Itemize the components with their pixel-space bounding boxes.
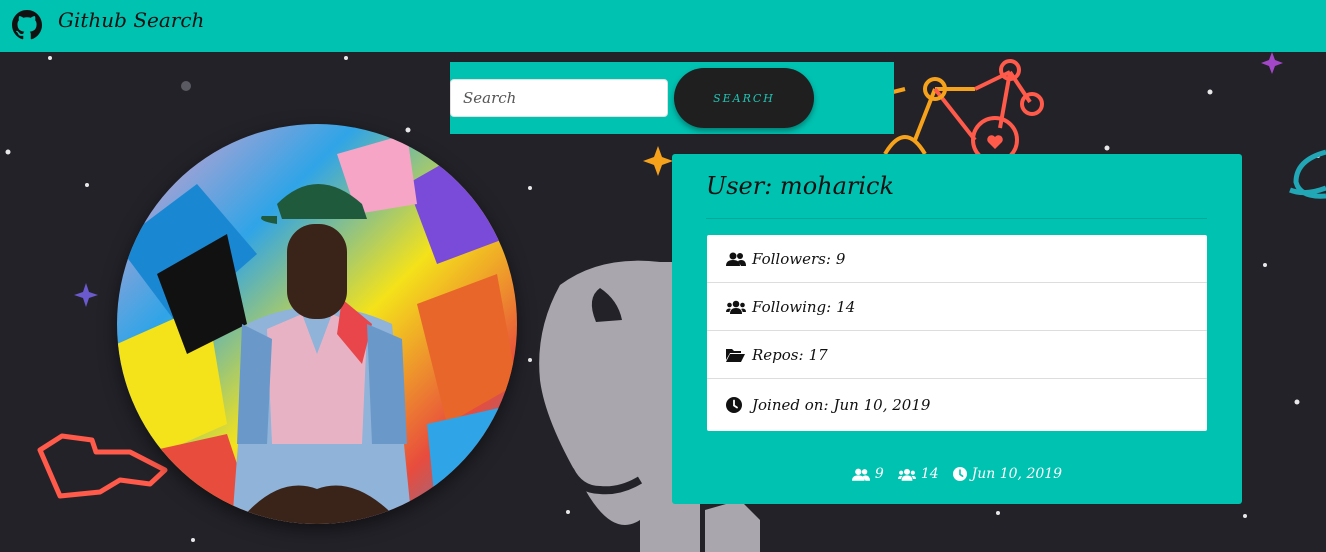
followers-value: 9 [835,249,846,268]
search-input[interactable] [450,79,668,117]
users-icon [851,468,870,481]
following-label: Following: [752,297,832,316]
profile-details-list: Followers: 9 Following: 14 Repos: 17 Joi… [707,235,1207,431]
user-group-icon [726,299,748,315]
user-group-icon [897,468,916,481]
list-item-followers: Followers: 9 [707,235,1207,283]
list-item-repos: Repos: 17 [707,331,1207,379]
network-decoration [883,59,1044,164]
profile-title: User: moharick [706,172,895,200]
following-value: 14 [836,297,856,316]
stat-following: 14 [897,466,939,482]
stats-row: 9 14 Jun 10, 2019 [672,466,1242,482]
search-button[interactable]: SEARCH [674,68,814,128]
joined-label: Joined on: [752,396,829,414]
joined-value: Jun 10, 2019 [833,396,931,414]
list-item-following: Following: 14 [707,283,1207,331]
navbar: Github Search [0,0,1326,52]
hat-decoration [37,433,168,499]
repos-value: 17 [808,345,828,364]
user-avatar [117,124,517,524]
repos-label: Repos: [752,345,804,364]
stat-followers-value: 9 [874,466,884,482]
divider [706,218,1207,219]
stat-joined: Jun 10, 2019 [952,466,1063,482]
github-logo-icon[interactable] [12,10,42,40]
stat-joined-value: Jun 10, 2019 [971,466,1063,482]
users-icon [726,251,748,267]
stat-following-value: 14 [920,466,939,482]
sparkle-decoration [74,283,98,307]
clock-icon [952,467,967,481]
list-item-joined: Joined on: Jun 10, 2019 [707,379,1207,431]
clock-icon [726,397,748,413]
followers-label: Followers: [752,249,831,268]
planet-decoration [1289,149,1326,199]
brand-title[interactable]: Github Search [58,8,204,32]
profile-card: User: moharick Followers: 9 Following: 1… [672,154,1242,504]
stat-followers: 9 [851,466,884,482]
folder-open-icon [726,347,748,363]
